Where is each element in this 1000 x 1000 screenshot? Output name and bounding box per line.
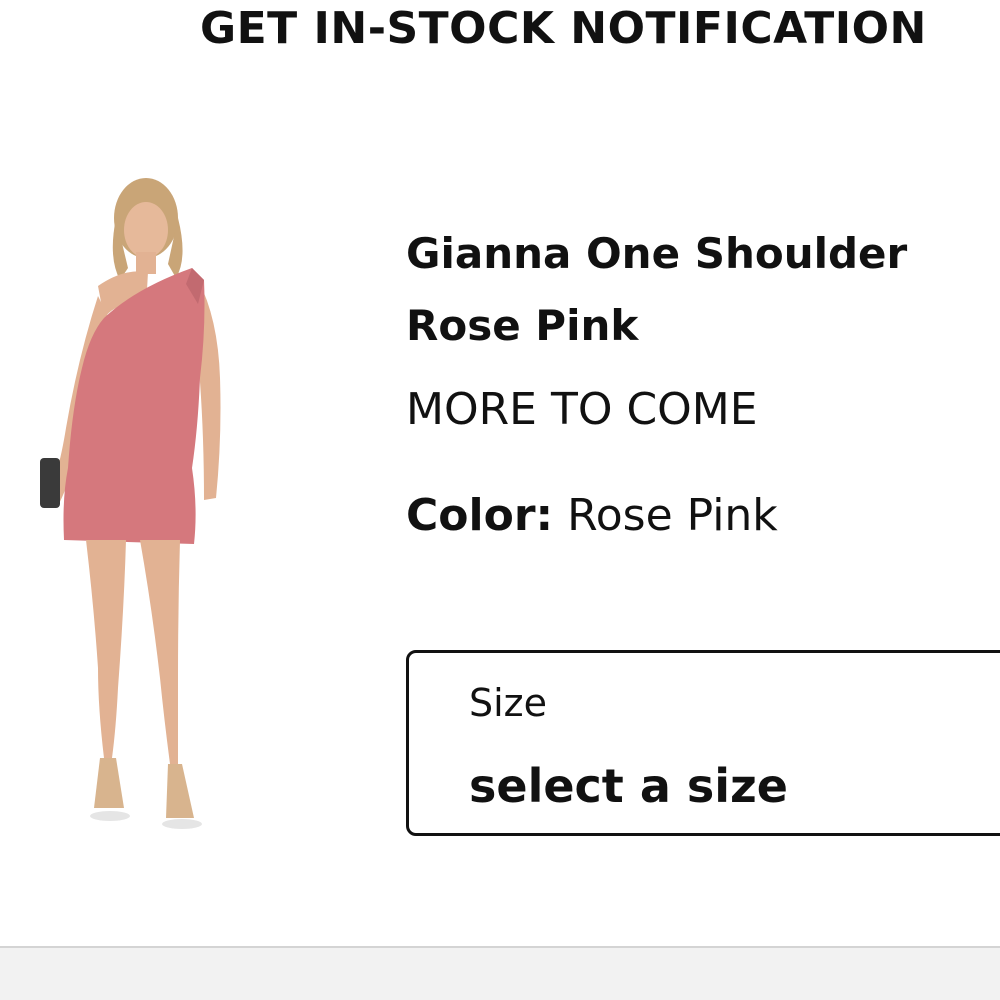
color-label: Color:: [406, 490, 554, 541]
size-select[interactable]: Size select a size: [406, 650, 1000, 836]
product-name-line-2: Rose Pink: [406, 301, 639, 350]
size-select-label: Size: [469, 681, 548, 725]
product-name-line-1: Gianna One Shoulder: [406, 229, 908, 278]
in-stock-notification-modal: GET IN-STOCK NOTIFICATION Gianna One Sho…: [0, 0, 1000, 1000]
modal-title: GET IN-STOCK NOTIFICATION: [200, 3, 927, 54]
size-select-value: select a size: [469, 759, 788, 813]
color-value: Rose Pink: [567, 490, 778, 541]
color-row: Color: Rose Pink: [406, 486, 778, 546]
product-name: Gianna One Shoulder Rose Pink: [406, 218, 1000, 362]
availability-status: MORE TO COME: [406, 384, 758, 435]
product-image: [40, 178, 221, 829]
bottom-bar: [0, 946, 1000, 1000]
